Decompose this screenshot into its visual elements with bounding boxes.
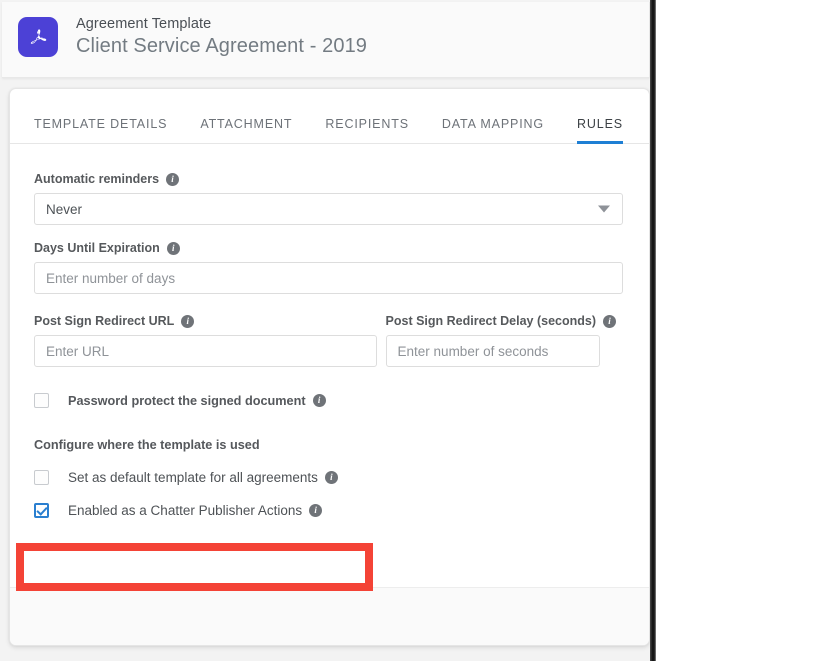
window-clip-edge [650, 0, 656, 661]
password-protect-row: Password protect the signed document i [34, 393, 625, 408]
tab-data-mapping[interactable]: DATA MAPPING [442, 117, 544, 144]
tab-template-details[interactable]: TEMPLATE DETAILS [34, 117, 167, 144]
set-default-template-checkbox[interactable] [34, 470, 49, 485]
card-footer [10, 587, 649, 645]
chatter-publisher-label-text: Enabled as a Chatter Publisher Actions [68, 503, 303, 518]
adobe-pdf-icon [18, 16, 58, 57]
post-sign-redirect-delay-label: Post Sign Redirect Delay (seconds) i [386, 314, 625, 328]
automatic-reminders-label: Automatic reminders i [34, 172, 625, 186]
post-sign-redirect-url-label-text: Post Sign Redirect URL [34, 314, 175, 328]
automatic-reminders-label-text: Automatic reminders [34, 172, 160, 186]
header-eyebrow: Agreement Template [76, 16, 212, 32]
tab-bar: TEMPLATE DETAILS ATTACHMENT RECIPIENTS D… [10, 89, 649, 144]
tab-recipients[interactable]: RECIPIENTS [325, 117, 409, 144]
automatic-reminders-select[interactable]: Never [34, 193, 623, 225]
set-default-template-label: Set as default template for all agreemen… [68, 470, 338, 485]
screenshot-root: Agreement Template Client Service Agreem… [0, 0, 830, 661]
password-protect-label-text: Password protect the signed document [68, 393, 306, 408]
tab-attachment[interactable]: ATTACHMENT [200, 117, 292, 144]
days-until-expiration-input[interactable] [34, 262, 623, 294]
password-protect-label: Password protect the signed document i [68, 394, 326, 408]
tab-rules[interactable]: RULES [577, 117, 623, 144]
set-default-template-label-text: Set as default template for all agreemen… [68, 470, 318, 485]
page-header-card: Agreement Template Client Service Agreem… [2, 2, 650, 78]
post-sign-redirect-url-label: Post Sign Redirect URL i [34, 314, 386, 328]
rules-form: Automatic reminders i Never Days Until E… [10, 144, 649, 518]
info-icon[interactable]: i [166, 241, 180, 255]
agreement-template-page: Agreement Template Client Service Agreem… [0, 0, 656, 661]
chatter-publisher-checkbox[interactable] [34, 503, 49, 518]
post-sign-redirect-delay-input[interactable] [385, 335, 600, 367]
configure-section-heading: Configure where the template is used [34, 438, 260, 452]
chatter-publisher-row: Enabled as a Chatter Publisher Actions i [34, 503, 625, 518]
days-until-expiration-label: Days Until Expiration i [34, 241, 625, 255]
info-icon[interactable]: i [312, 394, 326, 407]
info-icon[interactable]: i [309, 504, 323, 517]
redirect-row: Post Sign Redirect URL i Post Sign Redir… [34, 314, 625, 367]
info-icon[interactable]: i [166, 172, 180, 186]
password-protect-checkbox[interactable] [34, 393, 49, 408]
post-sign-redirect-delay-label-text: Post Sign Redirect Delay (seconds) [385, 314, 597, 328]
automatic-reminders-value: Never [46, 201, 83, 217]
post-sign-redirect-url-input[interactable] [34, 335, 377, 367]
set-default-template-row: Set as default template for all agreemen… [34, 470, 625, 485]
info-icon[interactable]: i [324, 471, 338, 484]
chevron-down-icon [598, 205, 610, 213]
page-title: Client Service Agreement - 2019 [76, 34, 368, 57]
main-content-card: TEMPLATE DETAILS ATTACHMENT RECIPIENTS D… [9, 88, 650, 646]
info-icon[interactable]: i [181, 314, 195, 328]
days-until-expiration-label-text: Days Until Expiration [34, 241, 160, 255]
info-icon[interactable]: i [603, 314, 617, 328]
chatter-publisher-label: Enabled as a Chatter Publisher Actions i [68, 503, 323, 518]
